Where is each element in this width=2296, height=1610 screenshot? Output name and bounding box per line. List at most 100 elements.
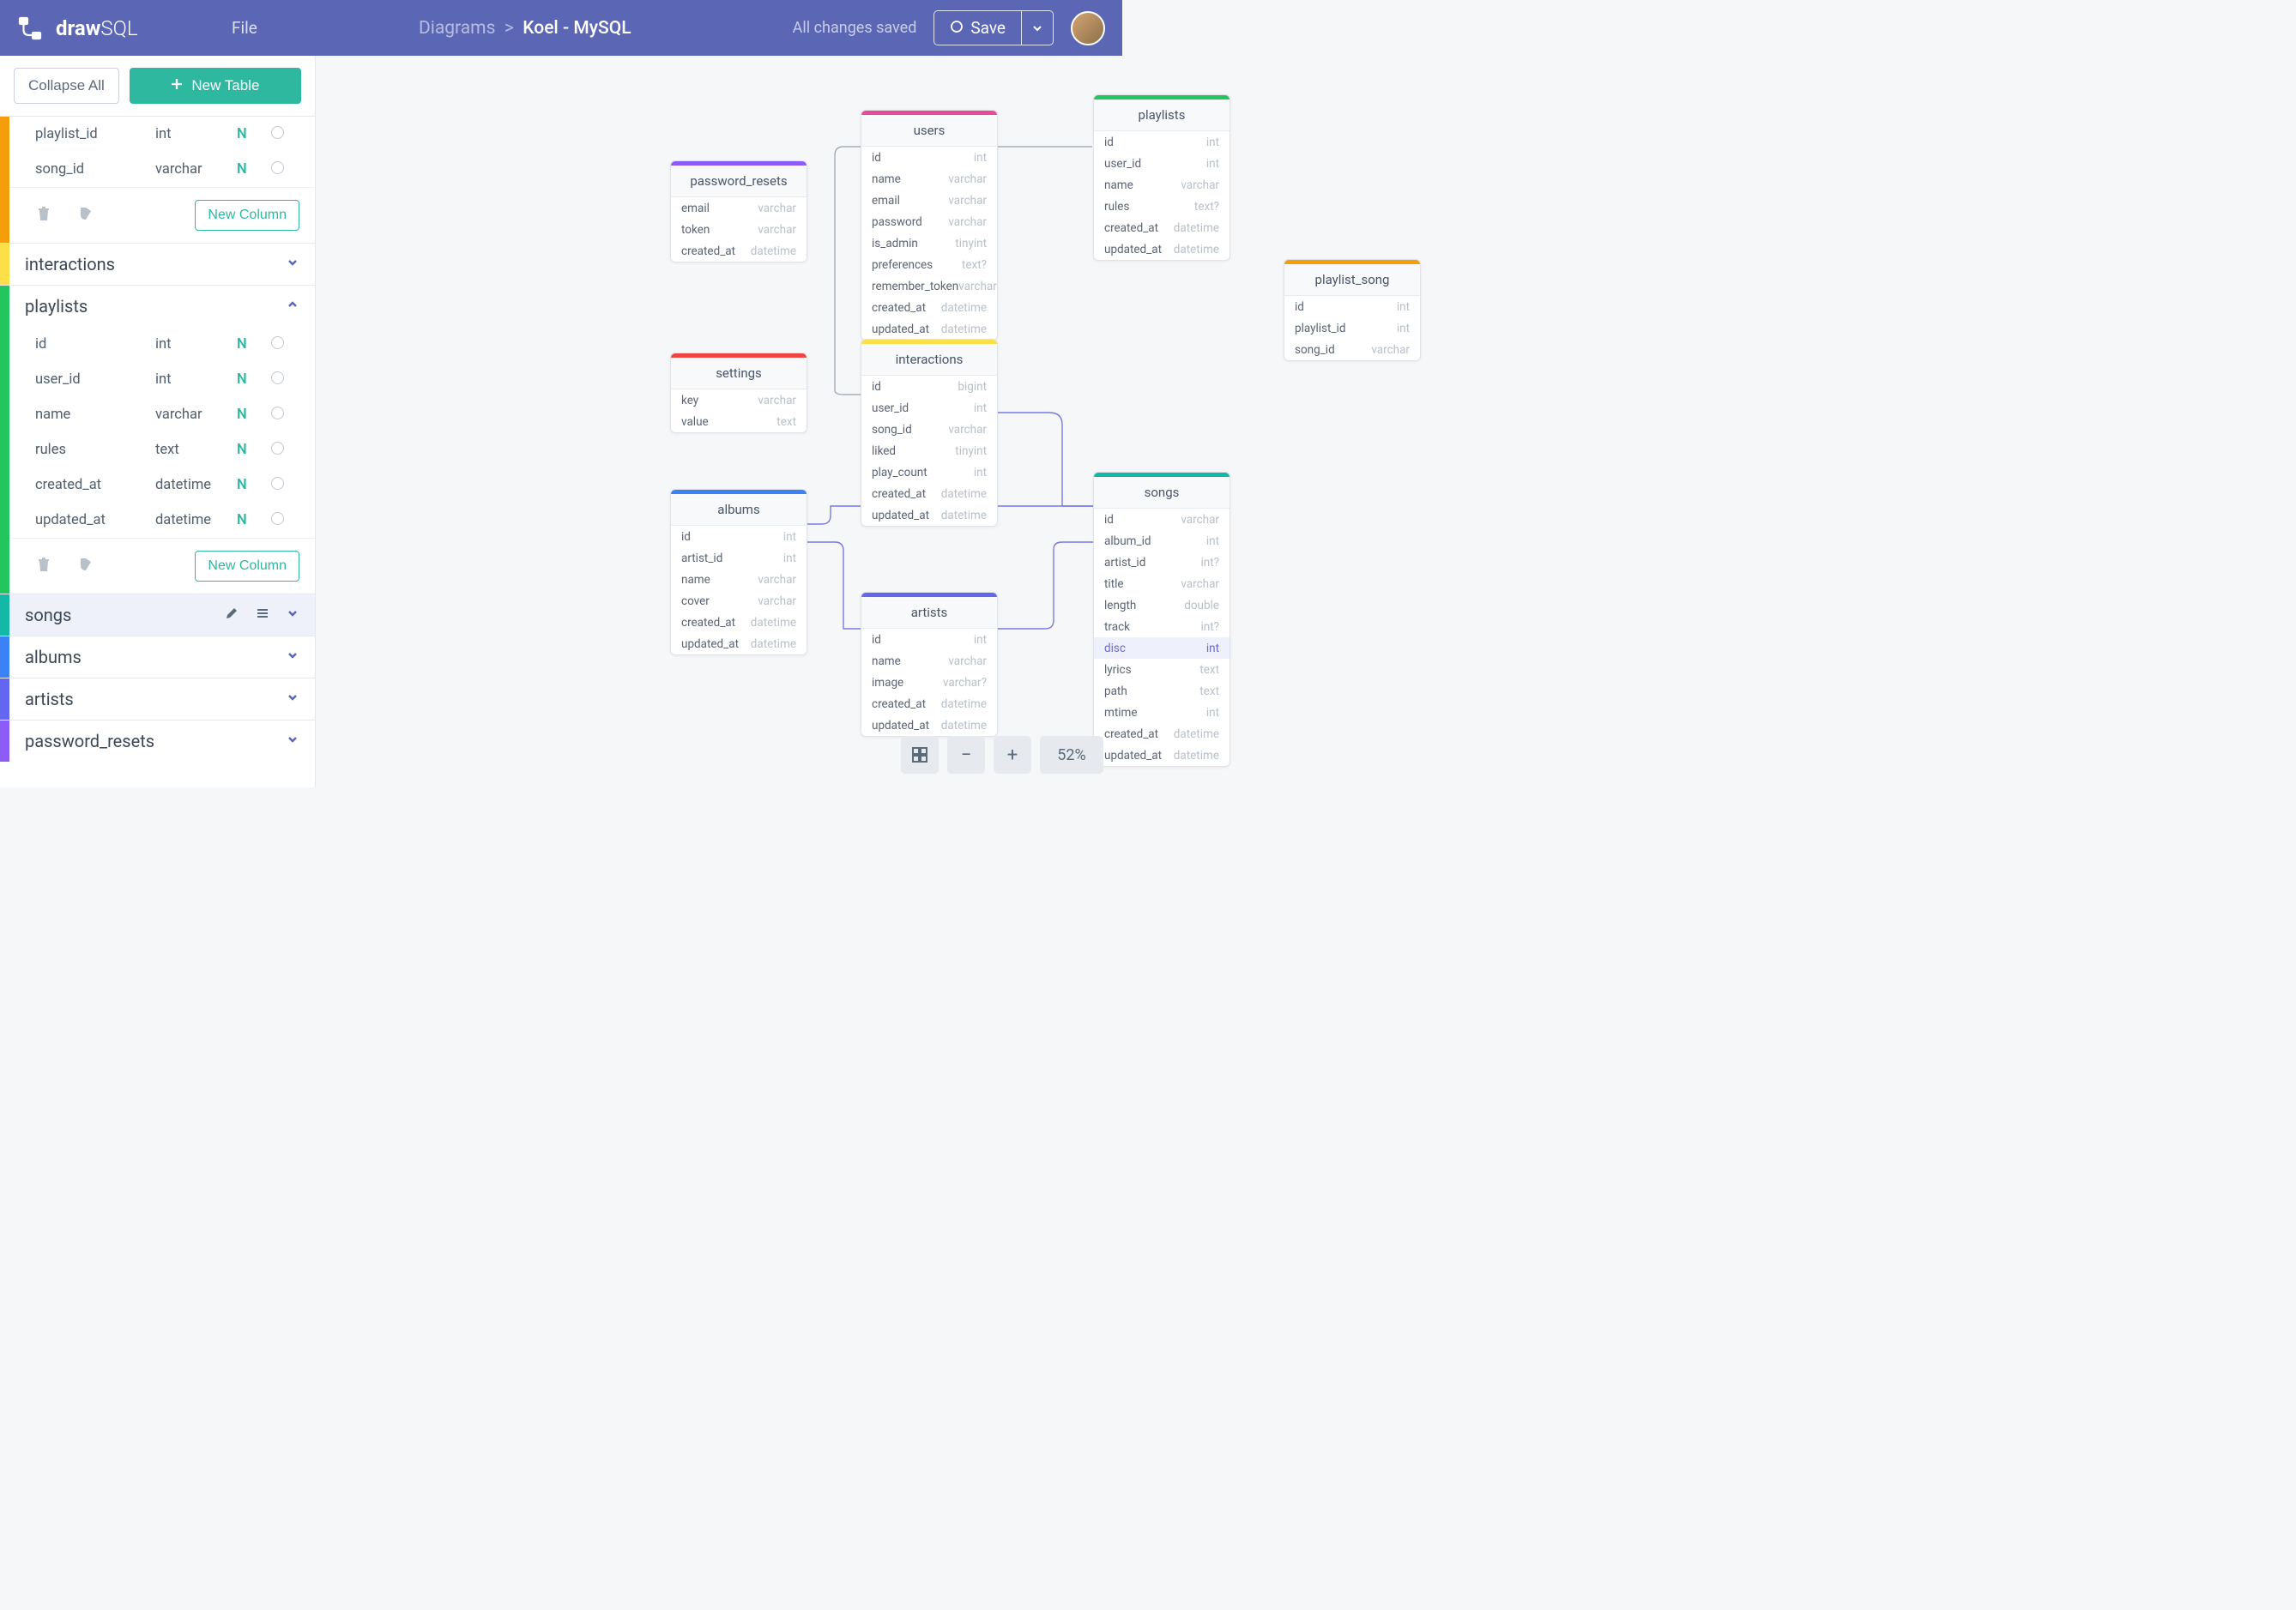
canvas-column-row[interactable]: discint xyxy=(1094,637,1230,659)
column-row[interactable]: namevarcharN xyxy=(9,397,315,432)
canvas-column-row[interactable]: updated_atdatetime xyxy=(1094,745,1230,766)
save-button[interactable]: Save xyxy=(934,11,1021,45)
collapse-all-button[interactable]: Collapse All xyxy=(14,68,119,104)
canvas-column-row[interactable]: created_atdatetime xyxy=(861,483,997,504)
canvas-column-row[interactable]: idint xyxy=(671,526,807,547)
canvas-column-row[interactable]: idbigint xyxy=(861,376,997,397)
canvas-column-row[interactable]: song_idvarchar xyxy=(1284,339,1420,360)
canvas-column-row[interactable]: keyvarchar xyxy=(671,389,807,411)
canvas-column-row[interactable]: idint xyxy=(1284,296,1420,317)
table-header-artists[interactable]: artists xyxy=(9,678,315,720)
canvas-column-row[interactable]: passwordvarchar xyxy=(861,211,997,232)
trash-icon[interactable] xyxy=(35,556,52,576)
palette-icon[interactable] xyxy=(76,204,95,226)
column-row[interactable]: user_idintN xyxy=(9,362,315,397)
column-radio[interactable] xyxy=(271,371,305,388)
canvas-column-row[interactable]: created_atdatetime xyxy=(1094,217,1230,238)
canvas-table-users[interactable]: usersidintnamevarcharemailvarcharpasswor… xyxy=(861,110,998,341)
canvas-column-row[interactable]: play_countint xyxy=(861,461,997,483)
canvas-column-row[interactable]: lengthdouble xyxy=(1094,594,1230,616)
column-row[interactable]: created_atdatetimeN xyxy=(9,467,315,503)
grid-toggle-button[interactable] xyxy=(901,736,939,774)
canvas-column-row[interactable]: lyricstext xyxy=(1094,659,1230,680)
canvas-table-artists[interactable]: artistsidintnamevarcharimagevarchar?crea… xyxy=(861,592,998,737)
zoom-percent[interactable]: 52% xyxy=(1040,736,1103,774)
canvas-column-row[interactable]: namevarchar xyxy=(861,650,997,672)
canvas-table-songs[interactable]: songsidvarcharalbum_idintartist_idint?ti… xyxy=(1093,472,1230,767)
canvas-column-row[interactable]: song_idvarchar xyxy=(861,419,997,440)
canvas-column-row[interactable]: idint xyxy=(1094,131,1230,153)
canvas-column-row[interactable]: namevarchar xyxy=(861,168,997,190)
zoom-out-button[interactable]: − xyxy=(947,736,985,774)
canvas-column-row[interactable]: emailvarchar xyxy=(671,197,807,219)
column-row[interactable]: updated_atdatetimeN xyxy=(9,503,315,538)
canvas-column-row[interactable]: updated_atdatetime xyxy=(671,633,807,654)
edit-icon[interactable] xyxy=(224,606,239,624)
canvas-column-row[interactable]: idint xyxy=(861,629,997,650)
canvas-table-interactions[interactable]: interactionsidbigintuser_idintsong_idvar… xyxy=(861,339,998,527)
column-radio[interactable] xyxy=(271,336,305,353)
canvas-column-row[interactable]: created_atdatetime xyxy=(671,612,807,633)
column-radio[interactable] xyxy=(271,161,305,178)
canvas-column-row[interactable]: namevarchar xyxy=(1094,174,1230,196)
new-column-button[interactable]: New Column xyxy=(195,551,299,582)
file-menu[interactable]: File xyxy=(232,18,257,38)
canvas-column-row[interactable]: album_idint xyxy=(1094,530,1230,552)
canvas-column-row[interactable]: rulestext? xyxy=(1094,196,1230,217)
canvas-column-row[interactable]: emailvarchar xyxy=(861,190,997,211)
canvas-table-password_resets[interactable]: password_resetsemailvarchartokenvarcharc… xyxy=(670,160,807,262)
column-radio[interactable] xyxy=(271,126,305,142)
canvas-column-row[interactable]: covervarchar xyxy=(671,590,807,612)
new-column-button[interactable]: New Column xyxy=(195,200,299,231)
canvas-column-row[interactable]: mtimeint xyxy=(1094,702,1230,723)
breadcrumb-parent[interactable]: Diagrams xyxy=(419,18,496,39)
canvas-column-row[interactable]: user_idint xyxy=(861,397,997,419)
canvas-column-row[interactable]: tokenvarchar xyxy=(671,219,807,240)
canvas-column-row[interactable]: artist_idint? xyxy=(1094,552,1230,573)
canvas-column-row[interactable]: namevarchar xyxy=(671,569,807,590)
column-radio[interactable] xyxy=(271,442,305,458)
column-row[interactable]: rulestextN xyxy=(9,432,315,467)
canvas-column-row[interactable]: titlevarchar xyxy=(1094,573,1230,594)
canvas-column-row[interactable]: updated_atdatetime xyxy=(861,504,997,526)
canvas-table-playlists[interactable]: playlistsidintuser_idintnamevarcharrules… xyxy=(1093,94,1230,261)
list-icon[interactable] xyxy=(255,606,270,624)
zoom-in-button[interactable]: + xyxy=(994,736,1031,774)
table-header-songs[interactable]: songs xyxy=(9,594,315,636)
table-header-password_resets[interactable]: password_resets xyxy=(9,721,315,762)
canvas-column-row[interactable]: remember_tokenvarchar? xyxy=(861,275,997,297)
canvas-column-row[interactable]: created_atdatetime xyxy=(861,693,997,715)
canvas-column-row[interactable]: preferencestext? xyxy=(861,254,997,275)
column-row[interactable]: song_idvarcharN xyxy=(9,152,315,187)
canvas-column-row[interactable]: is_admintinyint xyxy=(861,232,997,254)
table-header-interactions[interactable]: interactions xyxy=(9,244,315,285)
table-header-albums[interactable]: albums xyxy=(9,636,315,678)
save-dropdown[interactable] xyxy=(1021,11,1053,45)
canvas-column-row[interactable]: trackint? xyxy=(1094,616,1230,637)
canvas-column-row[interactable]: valuetext xyxy=(671,411,807,432)
canvas-column-row[interactable]: pathtext xyxy=(1094,680,1230,702)
canvas-column-row[interactable]: updated_atdatetime xyxy=(861,318,997,340)
trash-icon[interactable] xyxy=(35,205,52,226)
canvas-column-row[interactable]: likedtinyint xyxy=(861,440,997,461)
canvas-column-row[interactable]: imagevarchar? xyxy=(861,672,997,693)
canvas-column-row[interactable]: artist_idint xyxy=(671,547,807,569)
canvas-table-settings[interactable]: settingskeyvarcharvaluetext xyxy=(670,353,807,433)
canvas-column-row[interactable]: user_idint xyxy=(1094,153,1230,174)
canvas-column-row[interactable]: created_atdatetime xyxy=(671,240,807,262)
palette-icon[interactable] xyxy=(76,555,95,577)
new-table-button[interactable]: New Table xyxy=(130,68,301,104)
canvas-column-row[interactable]: created_atdatetime xyxy=(861,297,997,318)
canvas-column-row[interactable]: idint xyxy=(861,147,997,168)
canvas-column-row[interactable]: created_atdatetime xyxy=(1094,723,1230,745)
column-row[interactable]: idintN xyxy=(9,327,315,362)
column-radio[interactable] xyxy=(271,512,305,528)
canvas-column-row[interactable]: playlist_idint xyxy=(1284,317,1420,339)
canvas-column-row[interactable]: updated_atdatetime xyxy=(861,715,997,736)
table-header-playlists[interactable]: playlists xyxy=(9,286,315,327)
avatar[interactable] xyxy=(1071,11,1105,45)
canvas[interactable]: password_resetsemailvarchartokenvarcharc… xyxy=(316,56,1122,787)
canvas-column-row[interactable]: idvarchar xyxy=(1094,509,1230,530)
canvas-table-albums[interactable]: albumsidintartist_idintnamevarcharcoverv… xyxy=(670,489,807,655)
column-row[interactable]: playlist_idintN xyxy=(9,117,315,152)
